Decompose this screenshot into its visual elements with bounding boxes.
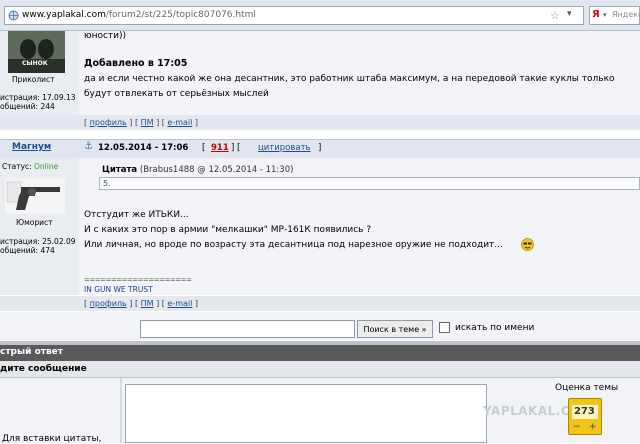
rating-widget: 273 − + (568, 398, 602, 435)
anchor-icon[interactable]: ⚓ (84, 141, 93, 152)
message-count: общений: 244 (0, 102, 55, 111)
user-title: Юморист (16, 218, 53, 227)
rating-value: 273 (574, 406, 595, 417)
search-placeholder: Яндекс (612, 10, 640, 19)
avatar-caption: СЫНОК (22, 60, 48, 67)
post-text: юности)) (84, 31, 127, 41)
registration-date: истрация: 17.09.13 (0, 93, 76, 102)
chevron-down-icon[interactable]: ▾ (603, 11, 607, 19)
email-link[interactable]: e-mail (167, 299, 192, 308)
quote-meta: (Brabus1488 @ 12.05.2014 - 11:30) (139, 165, 294, 175)
quick-reply-subtitle: дите сообщение (0, 364, 87, 374)
profile-link[interactable]: профиль (90, 118, 127, 127)
profile-link[interactable]: профиль (90, 299, 127, 308)
address-bar[interactable]: www.yaplakal.com/forum2/st/225/topic8070… (4, 6, 584, 25)
status-label: Статус: (2, 162, 32, 171)
chevron-down-icon[interactable]: ▾ (567, 9, 572, 19)
topic-search-button[interactable]: Поиск в теме » (357, 320, 433, 338)
rating-up-icon[interactable]: + (589, 422, 597, 432)
spacer (0, 131, 640, 139)
pm-link[interactable]: ПМ (141, 299, 154, 308)
post2-avatar (5, 178, 65, 214)
column-divider (120, 378, 122, 443)
post-text: И с каких это пор в армии "мелкашки" МР-… (84, 225, 372, 235)
status-badge: Online (34, 162, 59, 171)
rating-label: Оценка темы (555, 383, 619, 393)
search-bar[interactable]: Я ▾ Яндекс (589, 6, 640, 25)
post1-body (79, 31, 640, 115)
browser-toolbar: www.yaplakal.com/forum2/st/225/topic8070… (0, 0, 640, 31)
added-label: Добавлено в 17:05 (84, 58, 188, 69)
rating-down-icon[interactable]: − (573, 422, 581, 432)
revolver-icon (6, 181, 60, 210)
post-text: Или личная, но вроде по возрасту эта дес… (84, 240, 503, 250)
post1-avatar: СЫНОК (8, 31, 65, 73)
signature-divider: ==================== (84, 276, 192, 284)
quick-reply-subheader: дите сообщение (0, 361, 640, 378)
post-text: Отстудит же ИТЬКИ... (84, 210, 189, 220)
smiley-cool-icon (521, 238, 534, 251)
post-date: 12.05.2014 - 17:06 (98, 143, 189, 153)
email-link[interactable]: e-mail (167, 118, 192, 127)
reply-textarea[interactable] (125, 384, 487, 443)
url-text: www.yaplakal.com/forum2/st/225/topic8070… (22, 10, 256, 20)
search-by-name-checkbox[interactable] (439, 322, 450, 333)
quick-reply-header: стрый ответ (0, 345, 640, 361)
post-text: будут отвлекать от серьёзных мыслей (84, 89, 269, 99)
quick-reply-title: стрый ответ (0, 347, 63, 357)
quote-button[interactable]: цитировать (258, 143, 311, 153)
post2-links: [ профиль ] [ ПМ ] [ e-mail ] (84, 299, 199, 308)
post1-links: [ профиль ] [ ПМ ] [ e-mail ] (84, 118, 199, 127)
rating-display: 273 (572, 405, 598, 419)
user-title: Приколист (12, 75, 55, 84)
bookmark-star-icon[interactable]: ☆ (550, 9, 560, 22)
checkbox-label: искать по имени (455, 323, 535, 333)
quote-box: 5. (99, 177, 640, 190)
post-number-link[interactable]: 911 (211, 143, 229, 153)
globe-icon (8, 10, 19, 21)
quote-title: Цитата (102, 165, 138, 175)
pm-link[interactable]: ПМ (141, 118, 154, 127)
message-count: общений: 474 (0, 246, 55, 255)
username-link[interactable]: Магнум (12, 142, 51, 152)
yandex-icon: Я (592, 9, 600, 20)
registration-date: истрация: 25.02.09 (0, 237, 76, 246)
quote-body: 5. (103, 179, 111, 188)
signature: IN GUN WE TRUST (84, 285, 153, 294)
post-text: да и если честно какой же она десантник,… (84, 74, 615, 84)
topic-search-input[interactable] (140, 320, 355, 338)
